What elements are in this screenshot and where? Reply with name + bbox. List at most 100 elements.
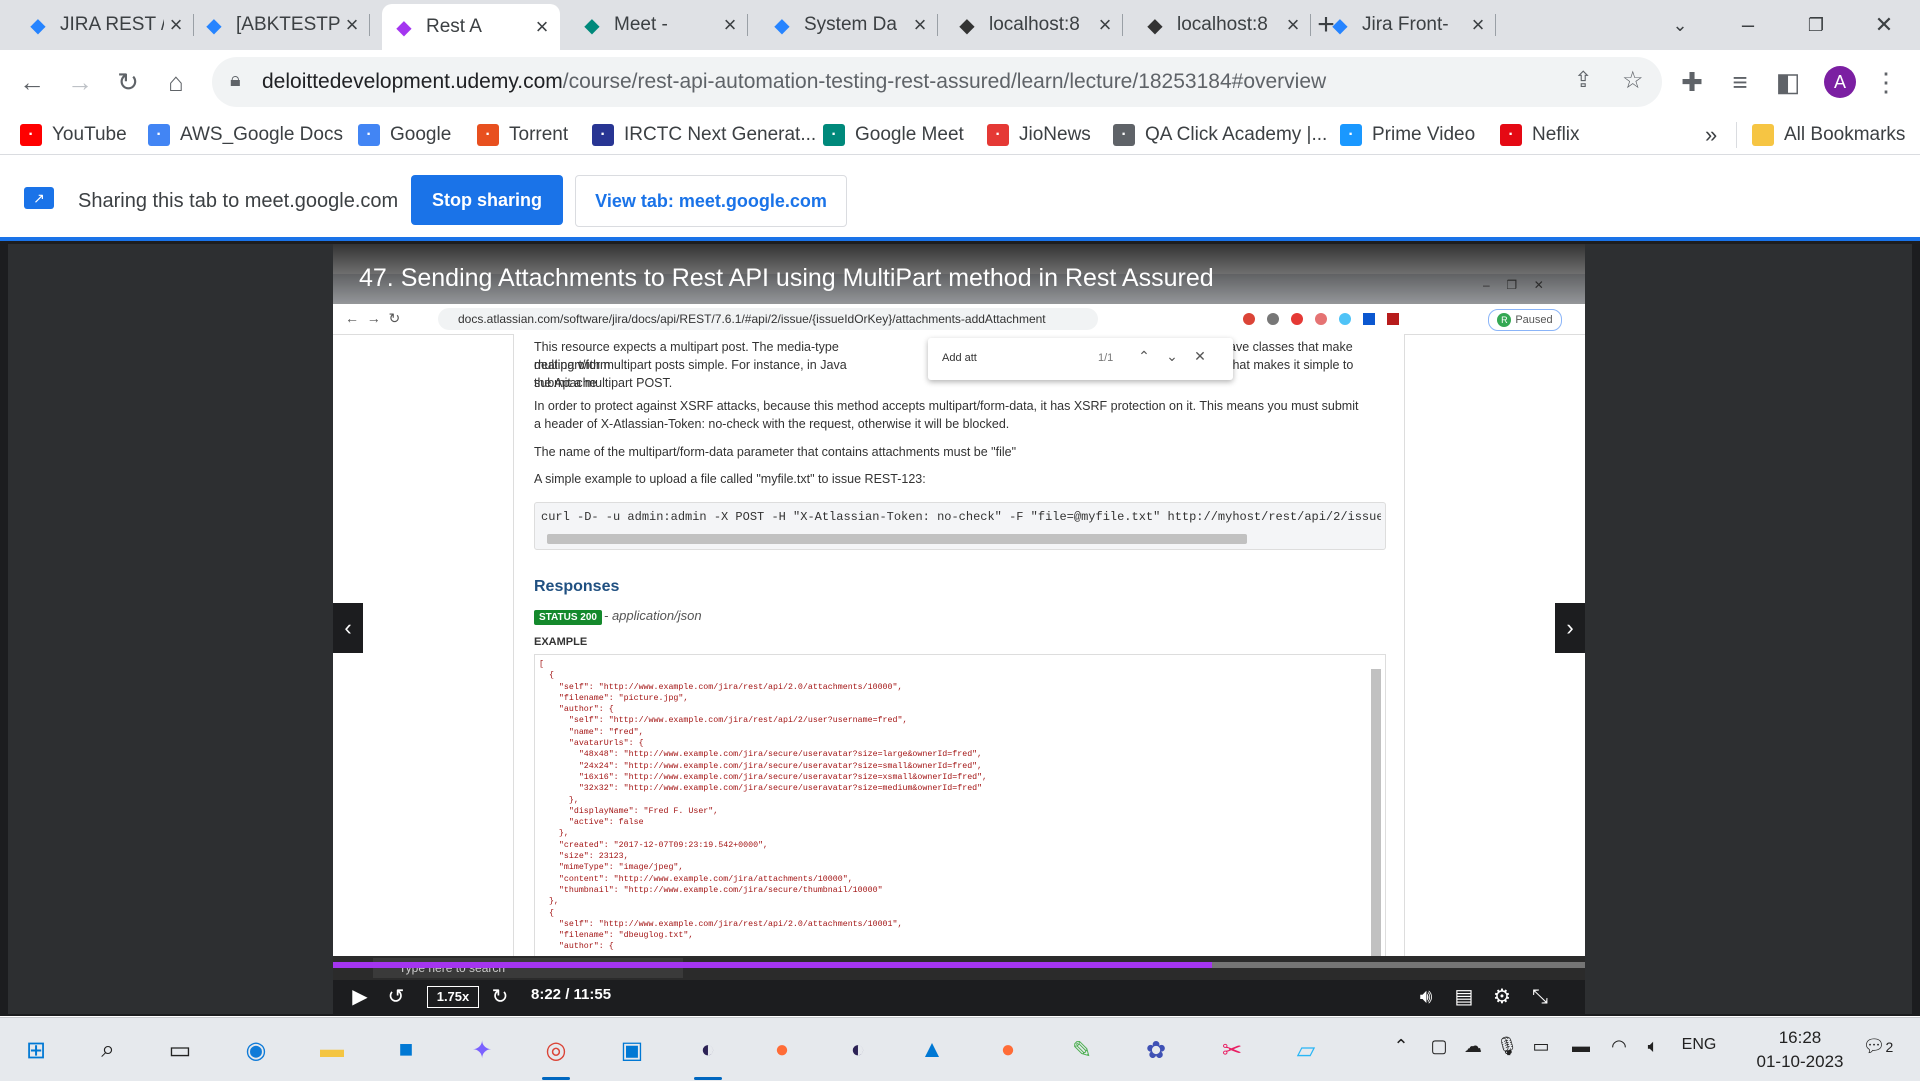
new-tab-button[interactable]: + bbox=[1306, 8, 1346, 42]
view-tab-button[interactable]: View tab: meet.google.com bbox=[575, 175, 847, 227]
close-tab-icon[interactable]: × bbox=[164, 12, 188, 38]
browser-tab[interactable]: ◆ Rest A × bbox=[382, 4, 560, 50]
extensions-icon[interactable]: ✚ bbox=[1672, 62, 1712, 102]
eclipse-icon[interactable]: ◐ bbox=[690, 1032, 726, 1080]
bookmark-item[interactable]: · Neflix bbox=[1500, 122, 1580, 148]
lock-icon: 🔒︎ bbox=[230, 69, 241, 91]
snipping-tool-icon[interactable]: ✂ bbox=[1214, 1032, 1250, 1068]
browser-tab[interactable]: ◆ localhost:8 × bbox=[945, 6, 1123, 44]
back-arrow-icon[interactable]: ← bbox=[12, 62, 52, 102]
browser-tab[interactable]: ◆ System Da × bbox=[760, 6, 938, 44]
postman-2-icon[interactable]: ● bbox=[990, 1032, 1026, 1068]
restore-button[interactable]: ❐ bbox=[1796, 8, 1836, 42]
youtube-icon: · bbox=[20, 124, 42, 146]
notepad-icon[interactable]: ✎ bbox=[1064, 1032, 1100, 1068]
bookmark-item[interactable]: · Prime Video bbox=[1340, 122, 1475, 148]
browser-tab[interactable]: ◆ Meet - × bbox=[570, 6, 748, 44]
inner-browser-toolbar: ← → ↻ docs.atlassian.com/software/jira/d… bbox=[333, 304, 1585, 335]
jenkins-icon: ◆ bbox=[959, 14, 975, 37]
notifications-icon[interactable]: 💬︎2 bbox=[1858, 1036, 1898, 1057]
photos-icon[interactable]: ▲ bbox=[914, 1032, 950, 1068]
postman-icon[interactable]: ● bbox=[764, 1032, 800, 1068]
bookmark-item[interactable]: · AWS_Google Docs bbox=[148, 122, 343, 148]
bookmark-item[interactable]: · QA Click Academy |... bbox=[1113, 122, 1327, 148]
battery-icon[interactable]: ▬ bbox=[1568, 1036, 1594, 1057]
paint-icon[interactable]: ✿ bbox=[1138, 1032, 1174, 1068]
speaker-icon[interactable]: 🔈︎ bbox=[1640, 1036, 1666, 1057]
prime-icon: · bbox=[1340, 124, 1362, 146]
notepad-2-icon[interactable]: ▱ bbox=[1288, 1032, 1324, 1068]
bookmark-item[interactable]: · Google Meet bbox=[823, 122, 964, 148]
language-indicator[interactable]: ENG bbox=[1678, 1036, 1720, 1054]
share-icon[interactable]: ⇪ bbox=[1574, 67, 1592, 93]
bookmark-item[interactable]: · Google bbox=[358, 122, 451, 148]
display-icon[interactable]: ▭ bbox=[1528, 1036, 1554, 1057]
microphone-icon[interactable]: 🎙︎ bbox=[1494, 1036, 1520, 1057]
captions-icon[interactable]: ▤ bbox=[1451, 984, 1477, 1010]
forward-arrow-icon[interactable]: → bbox=[60, 62, 100, 102]
media-control-icon[interactable]: ≡ bbox=[1720, 62, 1760, 102]
store-icon[interactable]: ■ bbox=[388, 1032, 424, 1068]
all-bookmarks-folder[interactable]: All Bookmarks bbox=[1752, 122, 1905, 148]
windows-start-icon[interactable]: ⊞ bbox=[18, 1032, 54, 1068]
close-tab-icon[interactable]: × bbox=[718, 12, 742, 38]
onedrive-icon[interactable]: ☁ bbox=[1460, 1036, 1486, 1057]
bookmark-item[interactable]: · JioNews bbox=[987, 122, 1091, 148]
chrome-icon[interactable]: ◎ bbox=[538, 1032, 574, 1080]
close-tab-icon[interactable]: × bbox=[1281, 12, 1305, 38]
previous-lecture-chevron-icon[interactable]: ‹ bbox=[333, 603, 363, 653]
close-tab-icon[interactable]: × bbox=[530, 14, 554, 40]
meet-tray-icon[interactable]: ▢ bbox=[1426, 1036, 1452, 1057]
profile-avatar[interactable]: A bbox=[1824, 66, 1856, 98]
folder-icon bbox=[1752, 124, 1774, 146]
show-hidden-icons-chevron-icon[interactable]: ⌃ bbox=[1388, 1036, 1414, 1057]
bookmark-label: Torrent bbox=[509, 124, 569, 145]
more-menu-icon[interactable]: ⋮ bbox=[1866, 62, 1906, 102]
bookmark-star-icon[interactable]: ☆ bbox=[1622, 66, 1644, 95]
find-query: Add att bbox=[942, 352, 977, 364]
search-icon[interactable]: ⌕ bbox=[90, 1032, 126, 1068]
file-explorer-icon[interactable]: ▬ bbox=[314, 1032, 350, 1068]
bookmark-item[interactable]: · Torrent bbox=[477, 122, 568, 148]
close-tab-icon[interactable]: × bbox=[908, 12, 932, 38]
browser-tab[interactable]: ◆ JIRA REST / × bbox=[16, 6, 194, 44]
more-bookmarks-button[interactable]: » bbox=[1705, 122, 1717, 148]
system-clock[interactable]: 16:28 01-10-2023 bbox=[1755, 1026, 1845, 1074]
eclipse-2-icon[interactable]: ◐ bbox=[840, 1032, 876, 1068]
close-tab-icon[interactable]: × bbox=[1093, 12, 1117, 38]
close-window-button[interactable]: ✕ bbox=[1864, 8, 1904, 42]
remote-desktop-icon[interactable]: ▣ bbox=[614, 1032, 650, 1068]
tab-search-chevron-icon[interactable]: ⌄ bbox=[1660, 8, 1700, 42]
exit-fullscreen-icon[interactable]: ⤡ bbox=[1527, 984, 1553, 1010]
play-icon[interactable]: ▶ bbox=[347, 984, 373, 1010]
edge-icon[interactable]: ◉ bbox=[238, 1032, 274, 1068]
browser-tab[interactable]: ◆ [ABKTESTP × bbox=[192, 6, 370, 44]
inner-extension-icons bbox=[1243, 312, 1473, 326]
next-lecture-chevron-icon[interactable]: › bbox=[1555, 603, 1585, 653]
rewind-icon[interactable]: ↺ bbox=[383, 984, 409, 1010]
stop-sharing-button[interactable]: Stop sharing bbox=[411, 175, 563, 225]
bookmark-label: QA Click Academy |... bbox=[1145, 124, 1328, 145]
wifi-icon[interactable]: ◠ bbox=[1606, 1036, 1632, 1057]
bookmark-item[interactable]: · IRCTC Next Generat... bbox=[592, 122, 816, 148]
bookmark-item[interactable]: · YouTube bbox=[20, 122, 127, 148]
jenkins-icon: ◆ bbox=[1147, 14, 1163, 37]
home-icon[interactable]: ⌂ bbox=[156, 62, 196, 102]
settings-gear-icon[interactable]: ⚙ bbox=[1489, 984, 1515, 1010]
tab-title: Meet - bbox=[614, 14, 668, 35]
volume-icon[interactable]: 🔊︎ bbox=[1413, 984, 1439, 1010]
tab-title: System Da bbox=[804, 14, 897, 35]
video-player[interactable]: – ❐ ✕ ← → ↻ docs.atlassian.com/software/… bbox=[333, 244, 1585, 1014]
copilot-icon[interactable]: ✦ bbox=[464, 1032, 500, 1068]
video-progress-bar[interactable] bbox=[333, 962, 1585, 968]
close-tab-icon[interactable]: × bbox=[1466, 12, 1490, 38]
address-bar[interactable]: 🔒︎ deloittedevelopment.udemy.com/course/… bbox=[212, 57, 1662, 107]
task-view-icon[interactable]: ▭ bbox=[162, 1032, 198, 1068]
side-panel-icon[interactable]: ◧ bbox=[1768, 62, 1808, 102]
reload-icon[interactable]: ↻ bbox=[108, 62, 148, 102]
minimize-button[interactable]: – bbox=[1728, 8, 1768, 42]
forward-icon[interactable]: ↻ bbox=[487, 984, 513, 1010]
browser-tab[interactable]: ◆ localhost:8 × bbox=[1133, 6, 1311, 44]
close-tab-icon[interactable]: × bbox=[340, 12, 364, 38]
playback-speed-button[interactable]: 1.75x bbox=[427, 986, 479, 1008]
